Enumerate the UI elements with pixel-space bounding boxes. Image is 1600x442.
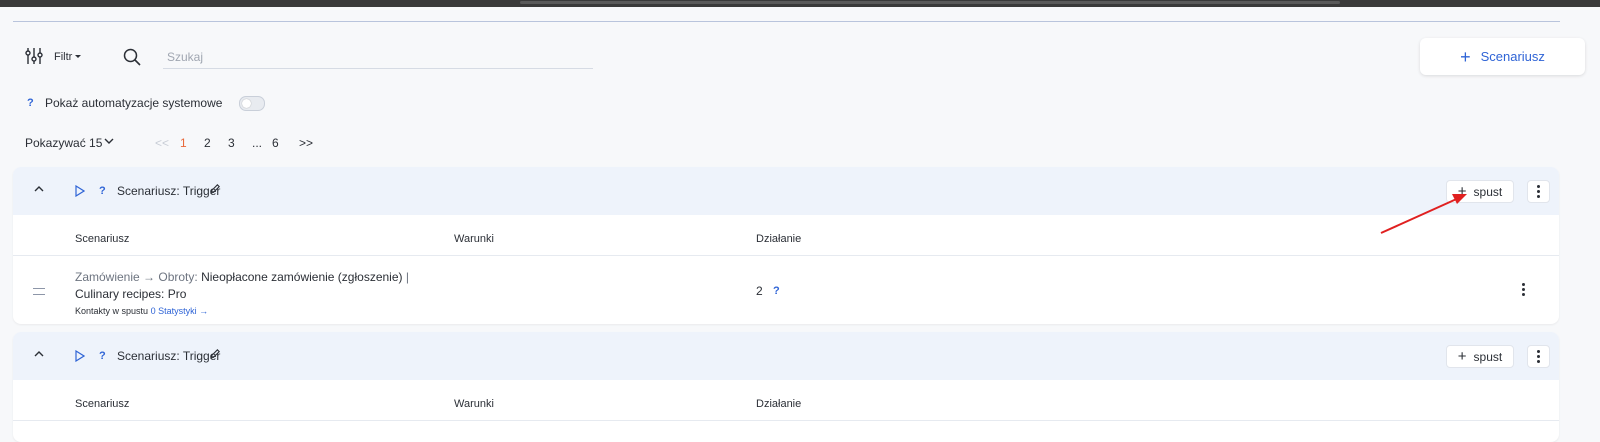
more-menu-button[interactable] [1527,180,1550,203]
help-icon[interactable]: ? [27,97,34,109]
search-icon[interactable] [122,47,142,67]
page-2[interactable]: 2 [204,136,211,150]
add-trigger-button[interactable]: + spust [1446,180,1514,203]
table-header: Scenariusz Warunki Działanie [13,215,1559,256]
plus-icon: + [1457,348,1467,365]
drag-handle-icon[interactable] [33,288,45,295]
actions-count: 2 [756,284,763,298]
table-header: Scenariusz Warunki Działanie [13,380,1559,421]
pencil-icon[interactable] [209,348,221,360]
page-6[interactable]: 6 [272,136,279,150]
per-page-select[interactable]: Pokazywać 15 [25,136,102,150]
plus-icon: + [1460,46,1471,67]
play-icon[interactable] [75,185,85,197]
browser-top-strip [0,0,1600,7]
path-muted: Zamówienie → Obroty: [75,270,198,284]
plus-icon: + [1457,183,1467,200]
scenario-header: ? Scenariusz: Trigger + spust [13,332,1559,380]
scenario-card: ? Scenariusz: Trigger + spust Scenariusz… [13,332,1559,442]
column-scenario: Scenariusz [75,398,130,410]
table-row: Zamówienie → Obroty: Nieopłacone zamówie… [13,256,1559,324]
help-icon[interactable]: ? [99,350,106,362]
more-vertical-icon[interactable] [1522,283,1525,296]
path-tail: Culinary recipes: Pro [75,287,187,301]
add-scenario-button[interactable]: + Scenariusz [1420,38,1585,75]
chevron-up-icon[interactable] [33,350,45,358]
play-icon[interactable] [75,350,85,362]
next-page-button[interactable]: >> [299,136,313,150]
scenario-path[interactable]: Zamówienie → Obroty: Nieopłacone zamówie… [75,269,435,303]
pencil-icon[interactable] [209,183,221,195]
add-trigger-label: spust [1473,184,1503,199]
contacts-label: Kontakty w spustu [75,306,149,316]
chevron-up-icon[interactable] [33,185,45,193]
path-separator: | [405,270,409,284]
stats-link[interactable]: Statystyki → [158,306,208,316]
add-trigger-button[interactable]: + spust [1446,345,1514,368]
page-ellipsis: ... [252,136,263,150]
path-main: Nieopłacone zamówienie (zgłoszenie) [201,270,403,284]
chevron-down-icon[interactable] [104,137,114,145]
scenario-title: Scenariusz: Trigger [117,184,221,198]
page-1[interactable]: 1 [180,136,187,150]
top-strip-highlight [520,1,1340,4]
more-vertical-icon [1537,350,1540,363]
help-icon[interactable]: ? [99,185,106,197]
row-meta: Kontakty w spustu 0 Statystyki → [75,306,208,316]
column-action: Działanie [756,398,802,410]
page-3[interactable]: 3 [228,136,235,150]
header-divider [13,21,1560,22]
toggle-knob [242,99,251,108]
filter-dropdown[interactable]: Filtr [54,51,72,63]
filter-caret-icon[interactable] [75,55,81,58]
filter-sliders-icon[interactable] [24,46,44,66]
more-vertical-icon [1537,185,1540,198]
search-input[interactable] [163,46,593,69]
system-automations-toggle[interactable] [239,96,265,111]
scenario-card: ? Scenariusz: Trigger + spust Scenariusz… [13,167,1559,324]
first-page-button[interactable]: << [155,136,169,150]
system-automations-label: Pokaż automatyzacje systemowe [45,96,223,110]
more-menu-button[interactable] [1527,345,1550,368]
help-icon[interactable]: ? [773,285,780,297]
column-action: Działanie [756,233,802,245]
scenario-title: Scenariusz: Trigger [117,349,221,363]
add-scenario-label: Scenariusz [1480,49,1545,64]
column-scenario: Scenariusz [75,233,130,245]
column-conditions: Warunki [454,233,494,245]
scenario-header: ? Scenariusz: Trigger + spust [13,167,1559,215]
add-trigger-label: spust [1473,349,1503,364]
column-conditions: Warunki [454,398,494,410]
contacts-count[interactable]: 0 [151,306,156,316]
